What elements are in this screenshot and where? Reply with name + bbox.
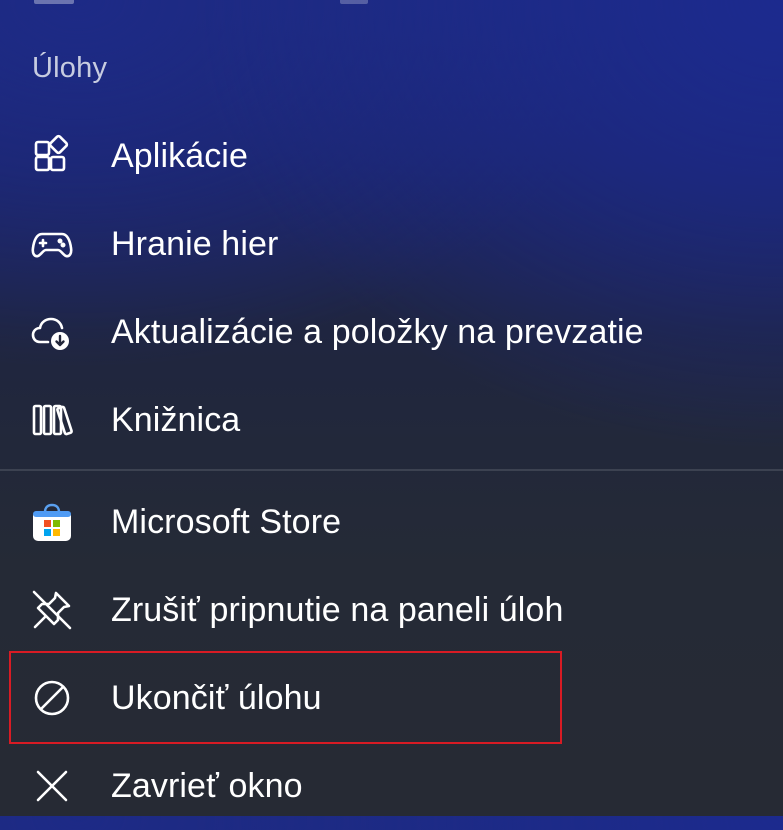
partial-top-element [34, 0, 74, 4]
cloud-download-icon [30, 310, 74, 354]
menu-item-apps[interactable]: Aplikácie [0, 112, 783, 200]
gamepad-icon [30, 222, 74, 266]
menu-item-close-window[interactable]: Zavrieť okno [0, 742, 783, 830]
section-header-tasks: Úlohy [32, 52, 108, 84]
menu-item-label: Ukončiť úlohu [111, 678, 322, 717]
menu-item-label: Knižnica [111, 400, 241, 439]
microsoft-store-icon [30, 500, 74, 544]
menu-item-label: Aplikácie [111, 136, 248, 175]
close-icon [30, 764, 74, 808]
menu-item-label: Zavrieť okno [111, 766, 303, 805]
menu-item-label: Hranie hier [111, 224, 279, 263]
partial-top-element-2 [340, 0, 368, 4]
menu-item-label: Aktualizácie a položky na prevzatie [111, 312, 644, 351]
menu-item-updates-downloads[interactable]: Aktualizácie a položky na prevzatie [0, 288, 783, 376]
menu-item-unpin-taskbar[interactable]: Zrušiť pripnutie na paneli úloh [0, 566, 783, 654]
menu-divider [0, 469, 783, 471]
library-icon [30, 398, 74, 442]
end-task-icon [30, 676, 74, 720]
menu-item-microsoft-store[interactable]: Microsoft Store [0, 478, 783, 566]
menu-item-end-task[interactable]: Ukončiť úlohu [0, 654, 783, 742]
menu-item-label: Zrušiť pripnutie na paneli úloh [111, 590, 564, 629]
menu-item-library[interactable]: Knižnica [0, 376, 783, 464]
menu-item-label: Microsoft Store [111, 502, 342, 541]
menu-item-gaming[interactable]: Hranie hier [0, 200, 783, 288]
unpin-icon [30, 588, 74, 632]
apps-icon [30, 134, 74, 178]
